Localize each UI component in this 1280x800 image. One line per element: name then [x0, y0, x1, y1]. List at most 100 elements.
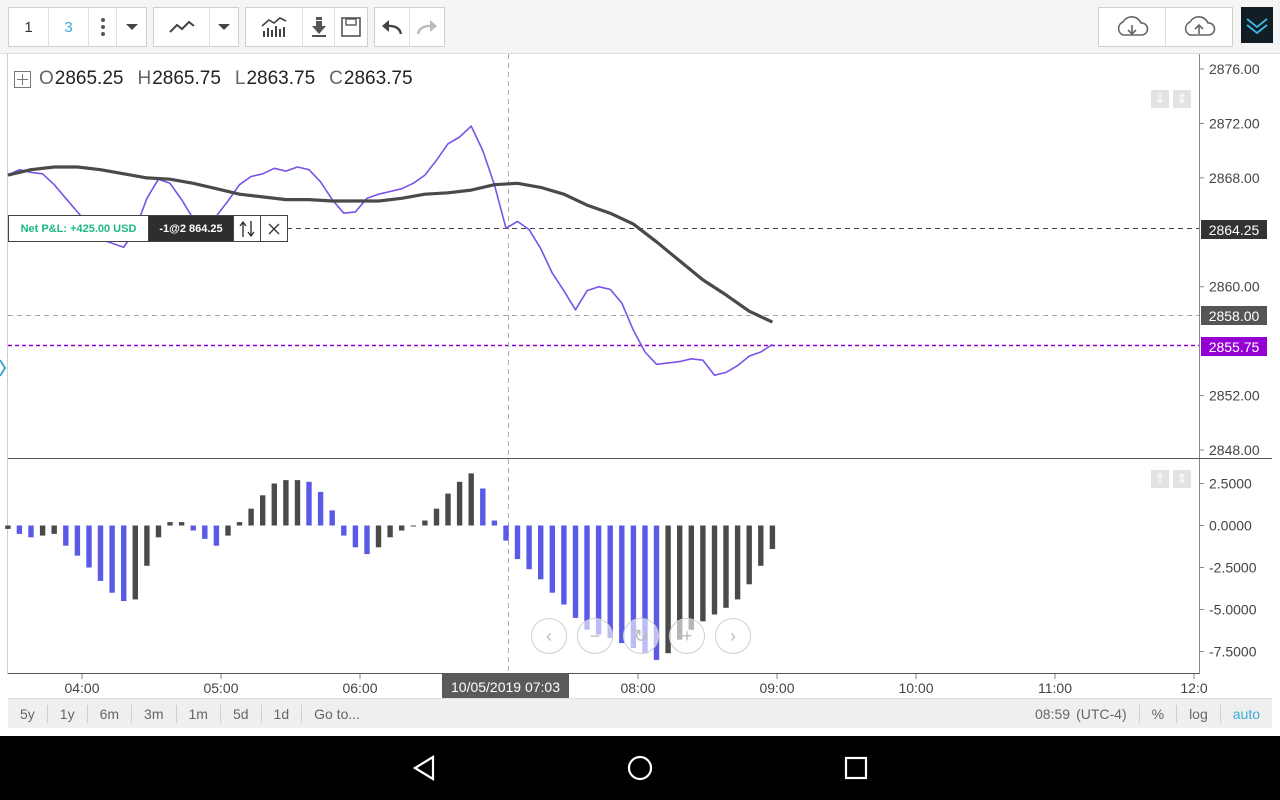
download-icon[interactable] [303, 8, 335, 46]
position-order-label[interactable]: -1@2 864.25 [149, 216, 233, 241]
studies-count-button[interactable]: 3 [49, 8, 89, 46]
range-5d[interactable]: 5d [221, 704, 262, 723]
oscillator-bar [526, 525, 532, 570]
dropdown-arrow-icon[interactable] [117, 8, 146, 46]
chart-type-dropdown-icon[interactable] [210, 8, 238, 46]
oscillator-bar [132, 525, 138, 600]
chevron-left-icon[interactable]: ‹ [531, 618, 567, 654]
range-bar-right: 08:59 (UTC-4) % log auto [1023, 699, 1272, 729]
reverse-arrows-icon[interactable] [233, 216, 260, 241]
auto-toggle[interactable]: auto [1219, 705, 1272, 723]
ohlc-legend: O 2865.25 H 2865.75 L 2863.75 C 2863.75 [14, 68, 427, 90]
oscillator-bar [364, 525, 370, 555]
oscillator-bar [271, 483, 277, 526]
oscillator-bar [746, 525, 752, 585]
oscillator-bar [306, 481, 312, 526]
close-icon[interactable] [260, 216, 287, 241]
move-down-icon[interactable]: ⇓ [1151, 90, 1169, 108]
timezone-button[interactable]: (UTC-4) [1076, 705, 1139, 723]
home-icon[interactable] [624, 752, 656, 784]
oscillator-bar [190, 525, 196, 531]
log-toggle[interactable]: log [1176, 705, 1220, 723]
layout-button[interactable]: 1 [9, 8, 49, 46]
close-value: 2863.75 [343, 68, 413, 89]
oscillator-bar [283, 480, 289, 526]
time-tick-label: 09:00 [759, 680, 794, 696]
chart-type-group [153, 7, 239, 47]
range-3m[interactable]: 3m [132, 704, 177, 723]
chart-area[interactable]: 2876.00 2872.00 2868.00 2860.00 2852.00 2848.… [0, 54, 1280, 730]
high-key: H [137, 68, 152, 89]
osc-pane-controls: ⇑ ⇕ [1151, 470, 1191, 488]
oscillator-bar [225, 525, 231, 536]
oscillator-bar [341, 525, 347, 536]
last-price-tag: 2855.75 [1201, 337, 1267, 356]
oscillator-tick-label: -7.5000 [1209, 644, 1257, 660]
resize-pane-icon[interactable]: ⇕ [1173, 90, 1191, 108]
price-line [7, 125, 773, 376]
history-group [374, 7, 445, 47]
oscillator-bar [294, 480, 301, 526]
oscillator-bar [5, 525, 11, 529]
oscillator-bar [39, 525, 46, 536]
high-value: 2865.75 [152, 68, 221, 89]
range-6m[interactable]: 6m [88, 704, 133, 723]
layout-group: 1 3 [8, 7, 147, 47]
oscillator-bar [86, 525, 92, 568]
oscillator-bar [167, 522, 173, 526]
time-tick-label: 11:00 [1038, 680, 1072, 696]
goto-button[interactable]: Go to... [302, 705, 372, 723]
range-1y[interactable]: 1y [48, 704, 88, 723]
time-tick-label: 08:00 [620, 680, 655, 696]
oscillator-bar [723, 525, 729, 608]
more-vertical-icon[interactable] [89, 8, 117, 46]
collapse-icon[interactable] [1241, 7, 1273, 43]
oscillator-bar [51, 525, 57, 534]
oscillator-bar [399, 525, 405, 531]
oscillator-bar [260, 495, 266, 526]
save-icon[interactable] [335, 8, 367, 46]
oscillator-bar [178, 522, 185, 526]
cloud-download-icon[interactable] [1099, 8, 1166, 46]
range-5y[interactable]: 5y [8, 704, 48, 723]
oscillator-bar [155, 525, 162, 538]
resize-pane-icon[interactable]: ⇕ [1173, 470, 1191, 488]
price-tick-label: 2872.00 [1209, 115, 1260, 131]
cloud-group [1098, 7, 1233, 47]
range-1d[interactable]: 1d [262, 704, 303, 723]
oscillator-tick-label: 2.5000 [1209, 476, 1252, 492]
undo-icon[interactable] [375, 8, 410, 46]
redo-icon[interactable] [410, 8, 445, 46]
oscillator-bar [375, 525, 382, 548]
zoom-out-icon[interactable]: − [577, 618, 613, 654]
chevron-right-icon[interactable]: › [715, 618, 751, 654]
percent-toggle[interactable]: % [1138, 705, 1176, 723]
oscillator-bar [480, 488, 486, 526]
close-key: C [329, 68, 343, 89]
cloud-upload-icon[interactable] [1166, 8, 1233, 46]
low-key: L [234, 68, 246, 89]
move-up-icon[interactable]: ⇑ [1151, 470, 1169, 488]
oscillator-bar [410, 525, 416, 527]
time-tick-label: 10:00 [898, 680, 933, 696]
line-chart-icon[interactable] [154, 8, 211, 46]
oscillator-bar [758, 525, 764, 566]
oscillator-bar [352, 525, 359, 548]
recents-icon[interactable] [840, 752, 872, 784]
oscillator-bar [584, 525, 590, 630]
oscillator-bar [468, 473, 474, 526]
tools-group [245, 7, 368, 47]
back-icon[interactable] [408, 752, 440, 784]
range-bar: 5y 1y 6m 3m 1m 5d 1d Go to... 08:59 (UTC… [8, 698, 1272, 728]
oscillator-bar [74, 525, 81, 556]
crosshair-price-tag: 2858.00 [1201, 306, 1267, 325]
time-tick-label: 04:00 [64, 680, 99, 696]
oscillator-bar [422, 520, 428, 526]
zoom-in-icon[interactable]: + [669, 618, 705, 654]
expand-legend-icon[interactable] [14, 70, 31, 88]
reset-icon[interactable]: ↻ [623, 618, 659, 654]
indicators-icon[interactable] [246, 8, 303, 46]
range-1m[interactable]: 1m [177, 704, 221, 723]
oscillator-bar [28, 525, 34, 538]
oscillator-bar [769, 525, 776, 549]
